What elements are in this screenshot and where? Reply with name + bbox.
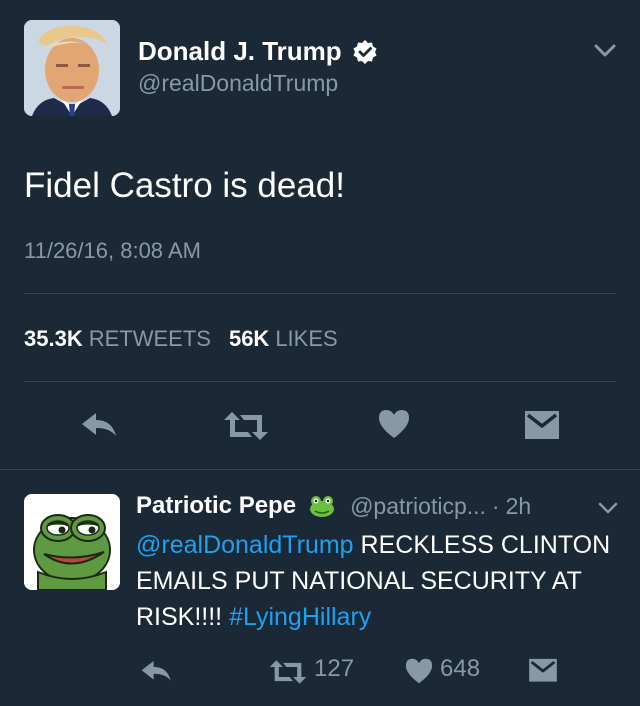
reply-author-name[interactable]: Patriotic Pepe (136, 492, 296, 520)
tweet-text: Fidel Castro is dead! (24, 166, 345, 205)
frog-avatar-image (24, 494, 120, 590)
reply-separator: · (491, 492, 500, 519)
like-count[interactable]: 648 (440, 655, 480, 683)
divider (24, 381, 616, 382)
retweet-icon[interactable] (268, 658, 308, 686)
chevron-down-icon[interactable] (594, 44, 616, 58)
retweets-label[interactable]: RETWEETS (89, 326, 211, 352)
author-handle[interactable]: @realDonaldTrump (138, 70, 338, 97)
author-name[interactable]: Donald J. Trump (138, 36, 342, 67)
main-tweet: Donald J. Trump @realDonaldTrump Fidel C… (0, 0, 640, 470)
reply-time[interactable]: 2h (506, 493, 532, 520)
reply-icon[interactable] (80, 410, 120, 442)
frog-icon (310, 496, 335, 517)
tweet-stats: 35.3K RETWEETS 56K LIKES (24, 326, 356, 352)
heart-icon[interactable] (377, 408, 411, 440)
message-icon[interactable] (524, 410, 560, 442)
likes-label[interactable]: LIKES (275, 326, 337, 352)
chevron-down-icon[interactable] (598, 502, 618, 514)
hashtag-link[interactable]: #LyingHillary (229, 603, 371, 631)
retweet-icon[interactable] (222, 410, 270, 442)
reply-actions: 127 648 (0, 652, 640, 692)
mention-link[interactable]: @realDonaldTrump (136, 531, 354, 559)
reply-text: @realDonaldTrump RECKLESS CLINTON EMAILS… (136, 527, 626, 635)
verified-icon (353, 39, 377, 64)
heart-icon[interactable] (404, 657, 434, 685)
divider (24, 293, 616, 294)
message-icon[interactable] (528, 658, 558, 684)
author-row: Donald J. Trump (138, 36, 378, 67)
profile-photo (24, 20, 120, 116)
reply-header: Patriotic Pepe @patrioticp... · 2h (136, 492, 531, 520)
likes-count[interactable]: 56K (229, 326, 269, 352)
reply-handle[interactable]: @patrioticp... (350, 493, 486, 520)
section-divider (0, 469, 640, 470)
reply-avatar[interactable] (24, 494, 120, 590)
tweet-timestamp[interactable]: 11/26/16, 8:08 AM (24, 238, 201, 264)
reply-icon[interactable] (140, 658, 174, 686)
retweet-count[interactable]: 127 (314, 655, 354, 683)
avatar[interactable] (24, 20, 120, 116)
retweets-count[interactable]: 35.3K (24, 326, 83, 352)
